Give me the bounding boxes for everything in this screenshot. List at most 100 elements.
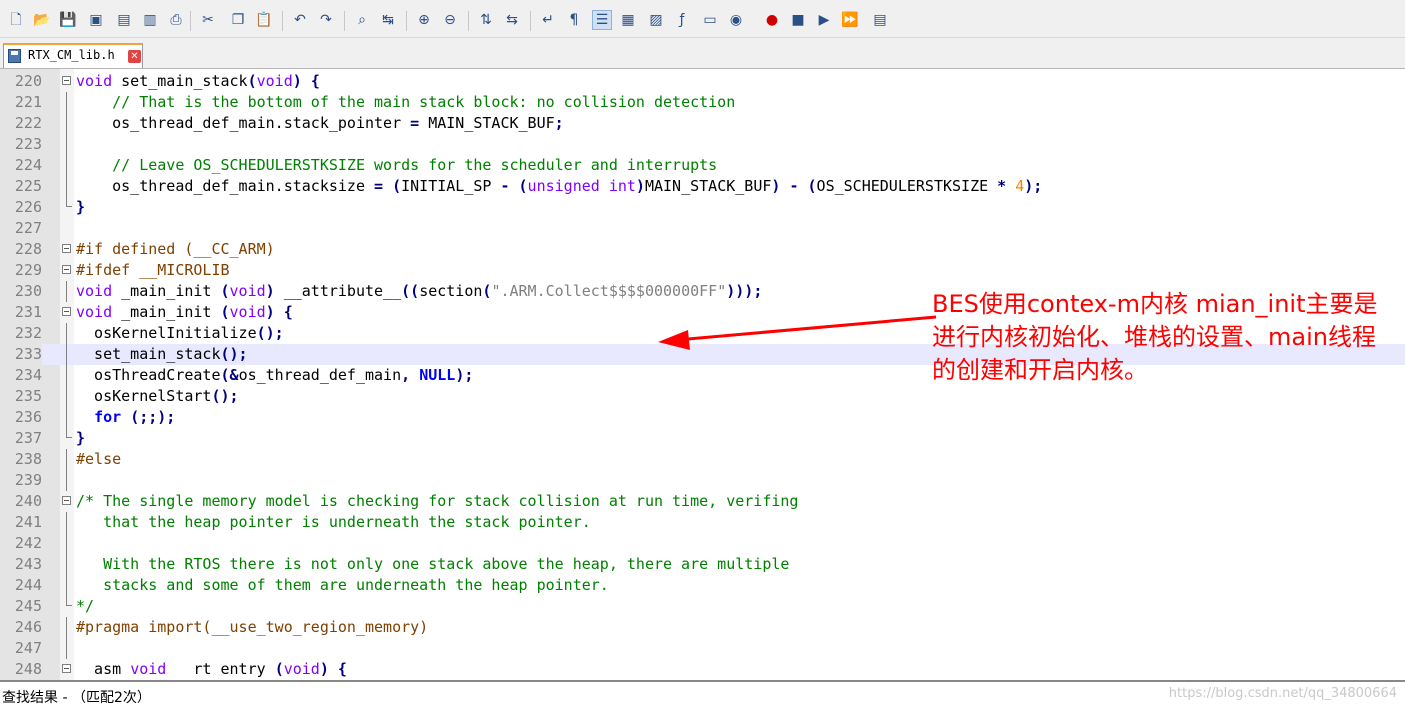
toolbar: 🗋 📂 💾 ▣ ▤ ▥ ⎙ ✂ ❐ 📋 ↶ ↷ ⌕ ↹ ⊕ ⊖ ⇅ ⇆ ↵ ¶ ☰ ▦ ▨ ƒ ▭ ◉ ● ■ ▶ ⏩ ▤ bbox=[0, 4, 1405, 38]
redo-icon[interactable]: ↷ bbox=[316, 10, 336, 30]
line-number: 224 bbox=[14, 156, 42, 174]
stop-record-icon[interactable]: ■ bbox=[788, 10, 808, 30]
close-tab-icon[interactable]: ✕ bbox=[128, 50, 141, 63]
paste-icon[interactable]: 📋 bbox=[254, 10, 274, 30]
fold-line bbox=[66, 533, 67, 554]
code-line: 245 */ bbox=[0, 596, 1405, 617]
line-number: 221 bbox=[14, 93, 42, 111]
code-line: 236 for (;;); bbox=[0, 407, 1405, 428]
run-multiple-icon[interactable]: ⏩ bbox=[840, 10, 860, 30]
folder-workspace-icon[interactable]: ▭ bbox=[700, 10, 720, 30]
code-line: 243 With the RTOS there is not only one … bbox=[0, 554, 1405, 575]
fold-line bbox=[66, 554, 67, 575]
record-macro-icon[interactable]: ● bbox=[762, 10, 782, 30]
new-file-icon[interactable]: 🗋 bbox=[6, 10, 26, 30]
code-line: 248 asm void rt entry (void) { bbox=[0, 659, 1405, 680]
fold-toggle-icon[interactable] bbox=[62, 265, 71, 274]
user-lang-icon[interactable]: ▦ bbox=[618, 10, 638, 30]
sync-v-icon[interactable]: ⇅ bbox=[476, 10, 496, 30]
function-list-icon[interactable]: ƒ bbox=[672, 10, 692, 30]
zoom-in-icon[interactable]: ⊕ bbox=[414, 10, 434, 30]
line-number: 234 bbox=[14, 366, 42, 384]
code-line: 222 os_thread_def_main.stack_pointer = M… bbox=[0, 113, 1405, 134]
copy-icon[interactable]: ❐ bbox=[228, 10, 248, 30]
code-line: 229 #ifdef __MICROLIB bbox=[0, 260, 1405, 281]
code-text: /* The single memory model is checking f… bbox=[76, 492, 799, 510]
fold-toggle-icon[interactable] bbox=[62, 244, 71, 253]
save-all-icon[interactable]: ▣ bbox=[86, 10, 106, 30]
fold-end-marker bbox=[66, 428, 72, 438]
fold-line bbox=[66, 638, 67, 659]
line-number: 245 bbox=[14, 597, 42, 615]
code-text: #if defined (__CC_ARM) bbox=[76, 240, 275, 258]
fold-toggle-icon[interactable] bbox=[62, 76, 71, 85]
code-text: } bbox=[76, 429, 86, 447]
line-number: 237 bbox=[14, 429, 42, 447]
fold-end-marker bbox=[66, 197, 72, 207]
code-line: 238 #else bbox=[0, 449, 1405, 470]
fold-line bbox=[66, 281, 67, 302]
toolbar-separator bbox=[190, 11, 191, 31]
code-text: os_thread_def_main.stack_pointer = MAIN_… bbox=[76, 114, 564, 132]
code-text: void _main_init (void) { bbox=[76, 303, 293, 321]
code-line: 244 stacks and some of them are undernea… bbox=[0, 575, 1405, 596]
open-file-icon[interactable]: 📂 bbox=[32, 10, 52, 30]
save-icon[interactable]: 💾 bbox=[58, 10, 78, 30]
code-text: // That is the bottom of the main stack … bbox=[112, 93, 736, 111]
monitoring-icon[interactable]: ◉ bbox=[726, 10, 746, 30]
line-number: 241 bbox=[14, 513, 42, 531]
line-number: 220 bbox=[14, 72, 42, 90]
file-tab-label: RTX_CM_lib.h bbox=[28, 48, 115, 62]
zoom-out-icon[interactable]: ⊖ bbox=[440, 10, 460, 30]
undo-icon[interactable]: ↶ bbox=[290, 10, 310, 30]
word-wrap-icon[interactable]: ↵ bbox=[538, 10, 558, 30]
find-icon[interactable]: ⌕ bbox=[352, 10, 372, 30]
line-number: 243 bbox=[14, 555, 42, 573]
code-text: osKernelInitialize(); bbox=[76, 324, 284, 342]
line-number: 238 bbox=[14, 450, 42, 468]
code-line: 237} bbox=[0, 428, 1405, 449]
tab-bar: RTX_CM_lib.h ✕ bbox=[0, 38, 1405, 69]
show-all-chars-icon[interactable]: ¶ bbox=[564, 10, 584, 30]
line-number: 223 bbox=[14, 135, 42, 153]
fold-line bbox=[66, 386, 67, 407]
line-number: 246 bbox=[14, 618, 42, 636]
fold-toggle-icon[interactable] bbox=[62, 307, 71, 316]
play-macro-icon[interactable]: ▶ bbox=[814, 10, 834, 30]
close-all-icon[interactable]: ▥ bbox=[140, 10, 160, 30]
toolbar-separator bbox=[530, 11, 531, 31]
fold-end-marker bbox=[66, 596, 72, 606]
indent-guide-icon[interactable]: ☰ bbox=[592, 10, 612, 30]
annotation-line: BES使用contex-m内核 mian_init主要是 bbox=[932, 290, 1378, 318]
line-number: 226 bbox=[14, 198, 42, 216]
code-text: With the RTOS there is not only one stac… bbox=[76, 555, 790, 573]
line-number: 240 bbox=[14, 492, 42, 510]
cut-icon[interactable]: ✂ bbox=[198, 10, 218, 30]
find-results-label: 查找结果 - （匹配2次） bbox=[2, 690, 151, 706]
sync-h-icon[interactable]: ⇆ bbox=[502, 10, 522, 30]
code-text: */ bbox=[76, 597, 95, 615]
code-text: for (;;); bbox=[94, 408, 176, 426]
doc-map-icon[interactable]: ▨ bbox=[646, 10, 666, 30]
line-number: 222 bbox=[14, 114, 42, 132]
fold-line bbox=[66, 407, 67, 428]
fold-toggle-icon[interactable] bbox=[62, 496, 71, 505]
save-macro-icon[interactable]: ▤ bbox=[870, 10, 890, 30]
fold-line bbox=[66, 449, 67, 470]
code-line: 226} bbox=[0, 197, 1405, 218]
file-tab[interactable]: RTX_CM_lib.h ✕ bbox=[3, 43, 143, 68]
close-icon[interactable]: ▤ bbox=[114, 10, 134, 30]
code-line: 239 bbox=[0, 470, 1405, 491]
fold-line bbox=[66, 617, 67, 638]
fold-toggle-icon[interactable] bbox=[62, 664, 71, 673]
print-icon[interactable]: ⎙ bbox=[166, 10, 186, 30]
code-text: asm void rt entry (void) { bbox=[76, 660, 347, 678]
code-text: osKernelStart(); bbox=[76, 387, 239, 405]
replace-icon[interactable]: ↹ bbox=[378, 10, 398, 30]
code-line: 228 #if defined (__CC_ARM) bbox=[0, 239, 1405, 260]
code-line: 247 bbox=[0, 638, 1405, 659]
fold-line bbox=[66, 575, 67, 596]
fold-line bbox=[66, 365, 67, 386]
code-line: 246 #pragma import(__use_two_region_memor… bbox=[0, 617, 1405, 638]
code-line: 223 bbox=[0, 134, 1405, 155]
